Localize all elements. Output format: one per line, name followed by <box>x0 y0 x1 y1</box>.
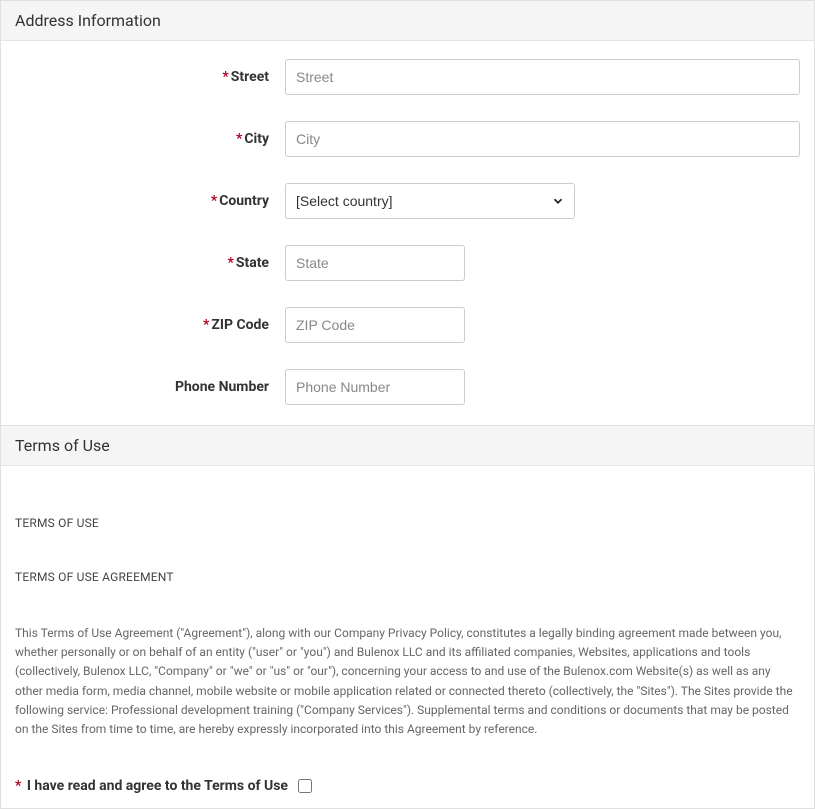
state-input[interactable] <box>285 245 465 281</box>
required-marker: * <box>222 69 228 85</box>
city-label-text: City <box>244 131 269 147</box>
terms-heading-2: TERMS OF USE AGREEMENT <box>15 570 800 584</box>
phone-input[interactable] <box>285 369 465 405</box>
terms-spacer <box>15 743 800 754</box>
address-header: Address Information <box>1 1 814 41</box>
terms-paragraph-1: This Terms of Use Agreement ("Agreement"… <box>15 624 800 739</box>
state-label: *State <box>15 255 285 271</box>
street-label: *Street <box>15 69 285 85</box>
city-input[interactable] <box>285 121 800 157</box>
terms-panel: Terms of Use TERMS OF USE TERMS OF USE A… <box>0 426 815 809</box>
required-marker: * <box>211 193 217 209</box>
terms-heading-1: TERMS OF USE <box>15 516 800 530</box>
agree-row: * I have read and agree to the Terms of … <box>1 754 814 808</box>
country-label-text: Country <box>219 193 269 209</box>
required-marker: * <box>203 317 209 333</box>
terms-scroll-area[interactable]: TERMS OF USE TERMS OF USE AGREEMENT This… <box>1 466 814 754</box>
street-input[interactable] <box>285 59 800 95</box>
street-label-text: Street <box>231 69 269 85</box>
country-select-wrap: [Select country] <box>285 183 575 219</box>
country-label: *Country <box>15 193 285 209</box>
address-panel: Address Information *Street *City *Count… <box>0 0 815 426</box>
zip-label-text: ZIP Code <box>211 317 269 333</box>
country-select[interactable]: [Select country] <box>285 183 575 219</box>
city-label: *City <box>15 131 285 147</box>
state-label-text: State <box>236 255 269 271</box>
zip-input[interactable] <box>285 307 465 343</box>
state-row: *State <box>15 245 800 281</box>
required-marker: * <box>236 131 242 147</box>
address-body: *Street *City *Country [Select country] <box>1 41 814 425</box>
street-row: *Street <box>15 59 800 95</box>
city-row: *City <box>15 121 800 157</box>
terms-header: Terms of Use <box>1 426 814 466</box>
required-marker: * <box>227 255 233 271</box>
zip-row: *ZIP Code <box>15 307 800 343</box>
required-marker: * <box>15 778 21 794</box>
agree-label: * I have read and agree to the Terms of … <box>15 778 288 794</box>
phone-label-text: Phone Number <box>175 379 269 395</box>
phone-row: Phone Number <box>15 369 800 405</box>
zip-label: *ZIP Code <box>15 317 285 333</box>
phone-label: Phone Number <box>15 379 285 395</box>
country-row: *Country [Select country] <box>15 183 800 219</box>
agree-label-text: I have read and agree to the Terms of Us… <box>27 778 288 794</box>
agree-checkbox[interactable] <box>298 779 312 793</box>
